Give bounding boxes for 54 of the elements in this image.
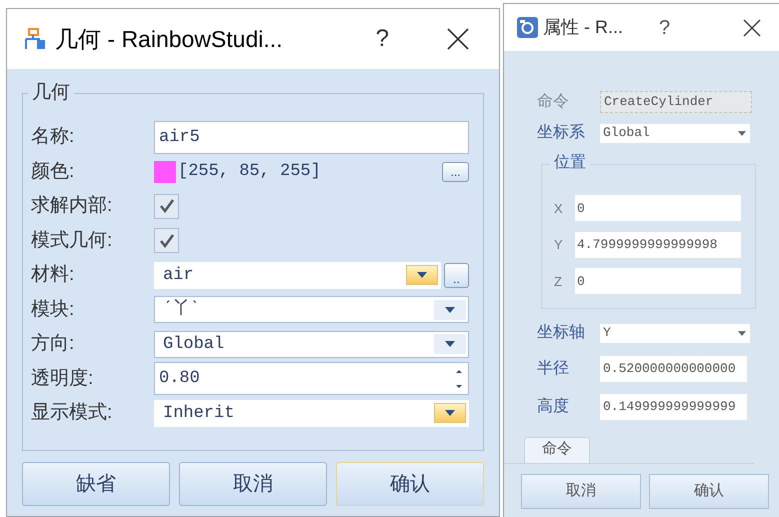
field-label: 高度 <box>537 396 570 417</box>
field-label: 名称: <box>31 125 76 149</box>
text-field[interactable]: 0 <box>575 195 741 222</box>
dropdown[interactable]: air <box>154 262 441 289</box>
text-field[interactable]: 0 <box>575 268 741 294</box>
dialog-button[interactable]: 确认 <box>336 462 484 506</box>
browse-button[interactable]: ... <box>442 162 469 182</box>
help-button[interactable]: ? <box>659 12 670 42</box>
dialog-button[interactable]: 取消 <box>521 474 641 509</box>
dialog-button[interactable]: 确认 <box>649 474 769 509</box>
dropdown-arrow-icon[interactable] <box>738 130 746 136</box>
window-title: 几何 - RainbowStudi... <box>55 24 283 54</box>
dropdown[interactable]: Global <box>154 330 469 358</box>
field-label: X <box>554 200 564 218</box>
field-label: 透明度: <box>31 366 94 390</box>
text-field[interactable]: 4.7999999999999998 <box>575 232 741 258</box>
spinner-icon[interactable] <box>454 368 464 390</box>
tab[interactable]: 命令 <box>524 437 590 463</box>
checkbox[interactable] <box>154 228 179 254</box>
camera-icon <box>517 17 538 38</box>
dialog-button[interactable]: 取消 <box>179 462 327 506</box>
help-button[interactable]: ? <box>376 21 389 57</box>
field-label: 求解内部: <box>31 194 114 218</box>
dropdown[interactable]: Y <box>600 324 750 342</box>
checkmark-icon <box>158 232 174 249</box>
field-label: 命令 <box>537 92 570 112</box>
window-title: 属性 - R... <box>543 16 623 39</box>
field-label: 模式几何: <box>31 228 114 252</box>
checkmark-icon <box>158 198 174 214</box>
close-icon[interactable] <box>447 28 469 50</box>
field-label: 显示模式: <box>31 401 114 425</box>
field-label: 方向: <box>31 332 76 356</box>
dropdown-arrow-icon[interactable] <box>738 330 746 336</box>
dropdown[interactable]: Global <box>600 124 750 142</box>
dropdown[interactable]: ˊ丫ˋ <box>154 296 469 324</box>
browse-button[interactable]: .. <box>444 262 469 288</box>
dialog-button[interactable]: 缺省 <box>22 462 170 506</box>
field-label: Z <box>554 272 563 290</box>
text-field[interactable]: 0.149999999999999 <box>600 394 747 420</box>
field-label: Y <box>554 236 564 254</box>
field-label: 半径 <box>537 358 570 379</box>
network-icon <box>25 28 47 50</box>
field-label: 坐标轴 <box>537 322 586 343</box>
checkbox[interactable] <box>154 194 179 219</box>
spin-field[interactable]: 0.80 <box>154 362 469 396</box>
text-field[interactable]: 0.520000000000000 <box>600 356 747 382</box>
text-field[interactable]: air5 <box>154 120 469 154</box>
close-icon[interactable] <box>743 18 761 36</box>
field-label: 材料: <box>31 263 76 287</box>
field-label: 坐标系 <box>537 122 586 143</box>
field-label: 颜色: <box>31 160 76 184</box>
field-label: 模块: <box>31 298 76 322</box>
color-value: [255, 85, 255] <box>178 161 321 183</box>
dropdown[interactable]: Inherit <box>154 400 469 427</box>
